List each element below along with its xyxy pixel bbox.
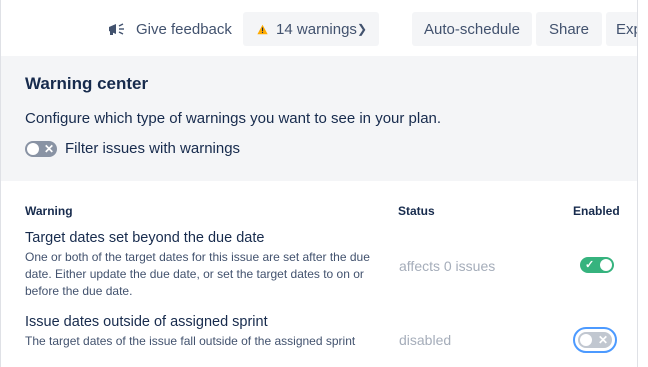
column-header-enabled: Enabled (573, 204, 620, 218)
megaphone-icon (109, 23, 124, 35)
toggle-knob (580, 334, 592, 346)
chevron-down-icon: ❯ (356, 22, 367, 36)
warning-icon (257, 24, 268, 34)
column-header-status: Status (398, 204, 435, 218)
warning-row-title: Issue dates outside of assigned sprint (25, 314, 268, 330)
auto-schedule-label: Auto-schedule (424, 20, 520, 38)
export-button[interactable]: Exp (606, 12, 637, 46)
warning-row-title: Target dates set beyond the due date (25, 230, 265, 246)
toolbar: Give feedback 14 warnings ❯ Auto-schedul… (1, 0, 637, 56)
close-icon: ✕ (43, 141, 54, 156)
toggle-knob (27, 142, 39, 155)
close-icon: ✕ (597, 333, 608, 347)
plan-page: Give feedback 14 warnings ❯ Auto-schedul… (0, 0, 638, 367)
share-button[interactable]: Share (536, 12, 602, 46)
give-feedback-button[interactable]: Give feedback (96, 12, 238, 46)
enabled-toggle-focused[interactable]: ✕ (573, 327, 617, 353)
give-feedback-label: Give feedback (136, 20, 232, 38)
column-header-warning: Warning (25, 204, 73, 218)
warning-center-title: Warning center (25, 74, 149, 93)
enabled-toggle[interactable]: ✓ (580, 257, 614, 273)
warning-row-status: affects 0 issues (399, 258, 496, 274)
warning-row-description: One or both of the target dates for this… (25, 250, 370, 298)
disabled-toggle[interactable]: ✕ (578, 332, 612, 348)
toggle-knob (600, 259, 612, 271)
warning-center-panel: Warning center Configure which type of w… (1, 56, 637, 181)
filter-warnings-label: Filter issues with warnings (65, 140, 241, 157)
warning-row-description: The target dates of the issue fall outsi… (25, 334, 356, 348)
auto-schedule-button[interactable]: Auto-schedule (412, 12, 532, 46)
warning-row-status: disabled (399, 332, 452, 348)
filter-issues-with-warnings: ✕ Filter issues with warnings (25, 140, 240, 157)
share-label: Share (548, 20, 590, 38)
export-label: Exp (616, 20, 637, 38)
check-icon: ✓ (585, 259, 595, 271)
warnings-count-label: 14 warnings (276, 20, 357, 38)
warning-center-description: Configure which type of warnings you wan… (25, 110, 442, 127)
filter-warnings-toggle[interactable]: ✕ (25, 140, 57, 157)
warnings-dropdown-button[interactable]: 14 warnings ❯ (243, 12, 379, 46)
